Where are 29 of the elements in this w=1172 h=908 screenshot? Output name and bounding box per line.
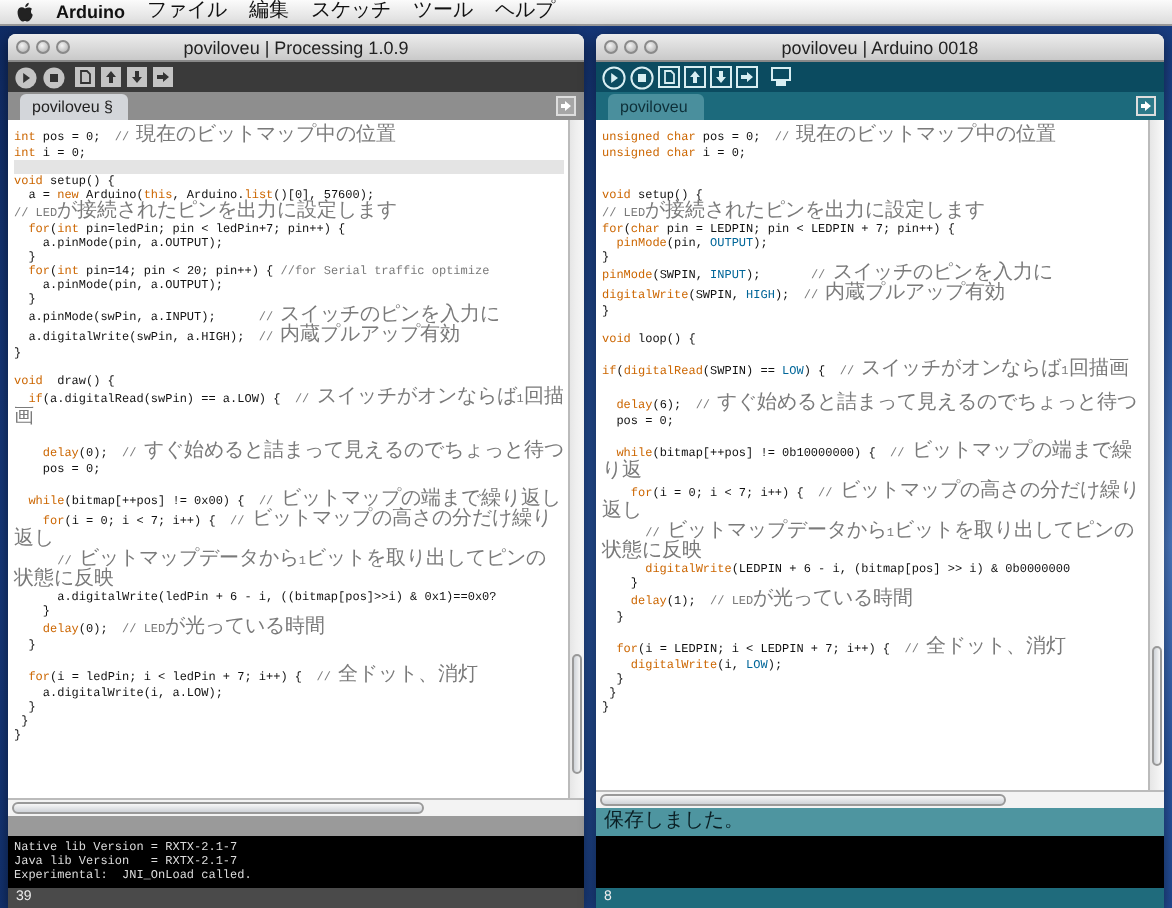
horizontal-scrollbar[interactable] <box>8 798 584 816</box>
run-button[interactable] <box>14 65 38 89</box>
vertical-scrollbar[interactable] <box>568 120 584 798</box>
open-button[interactable] <box>100 66 122 88</box>
app-menu[interactable]: Arduino <box>56 2 125 22</box>
run-button[interactable] <box>602 65 626 89</box>
tab-menu-button[interactable] <box>1136 96 1156 116</box>
window-title: poviloveu | Arduino 0018 <box>779 37 981 57</box>
editor-tab[interactable]: poviloveu § <box>20 94 129 120</box>
serial-monitor-button[interactable] <box>770 66 792 88</box>
window-title: poviloveu | Processing 1.0.9 <box>181 37 411 57</box>
status-message: 保存しました。 <box>596 808 1164 836</box>
horizontal-scrollbar[interactable] <box>596 790 1164 808</box>
save-button[interactable] <box>710 66 732 88</box>
vertical-scrollbar[interactable] <box>1148 120 1164 790</box>
save-button[interactable] <box>126 66 148 88</box>
export-button[interactable] <box>152 66 174 88</box>
editor-tab[interactable]: poviloveu <box>608 94 704 120</box>
menu-item[interactable]: ツール <box>413 0 473 24</box>
new-file-button[interactable] <box>658 66 680 88</box>
stop-button[interactable] <box>42 65 66 89</box>
stop-button[interactable] <box>630 65 654 89</box>
upload-button[interactable] <box>736 66 758 88</box>
new-file-button[interactable] <box>74 66 96 88</box>
open-button[interactable] <box>684 66 706 88</box>
apple-icon[interactable] <box>16 2 34 22</box>
menu-item[interactable]: 編集 <box>249 0 289 24</box>
menu-item[interactable]: ファイル <box>147 0 227 24</box>
menu-item[interactable]: スケッチ <box>311 0 391 24</box>
